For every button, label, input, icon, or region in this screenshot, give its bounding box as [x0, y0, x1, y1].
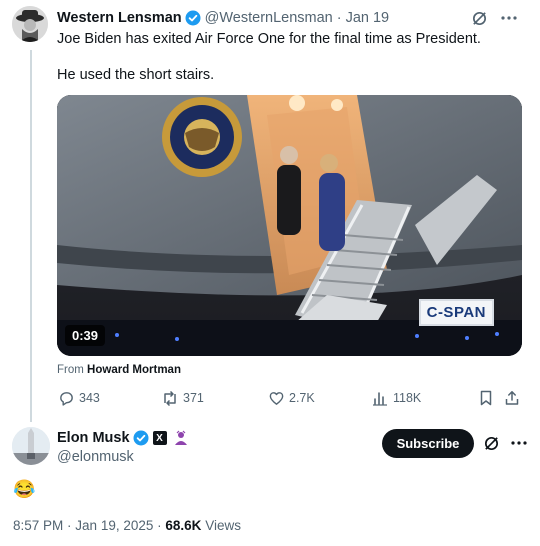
- share-button[interactable]: [503, 389, 521, 407]
- views-icon: [371, 389, 389, 407]
- reply-icon: [57, 389, 75, 407]
- video-attribution: From Howard Mortman: [57, 364, 181, 376]
- quoted-post-date[interactable]: Jan 19: [346, 10, 390, 26]
- quoted-author-name[interactable]: Western Lensman: [57, 10, 182, 26]
- main-post-text: 😂: [13, 479, 36, 499]
- post-time[interactable]: 8:57 PM: [13, 518, 63, 533]
- grok-icon[interactable]: [482, 434, 500, 452]
- main-post-header: Elon Musk X: [57, 429, 190, 447]
- thread-line: [30, 50, 32, 422]
- main-author-name[interactable]: Elon Musk: [57, 430, 130, 446]
- verified-icon: [133, 430, 149, 446]
- grok-icon[interactable]: [470, 9, 488, 27]
- post-views-count: 68.6K: [165, 518, 202, 533]
- bookmark-button[interactable]: [477, 389, 495, 407]
- subscribe-button[interactable]: Subscribe: [382, 429, 474, 458]
- affiliate-icon: [172, 429, 190, 447]
- post-date[interactable]: Jan 19, 2025: [75, 518, 153, 533]
- reply-button[interactable]: 343: [57, 389, 100, 407]
- main-author-avatar[interactable]: [12, 427, 50, 465]
- quoted-post-text-line2: He used the short stairs.: [57, 67, 215, 83]
- post-views-label: Views: [205, 518, 241, 533]
- main-author-handle[interactable]: @elonmusk: [57, 449, 134, 465]
- like-count: 2.7K: [289, 391, 315, 405]
- quoted-author-avatar[interactable]: [12, 6, 48, 42]
- video-player[interactable]: 0:39 C-SPAN: [57, 95, 522, 356]
- from-prefix: From: [57, 364, 84, 376]
- repost-icon: [161, 389, 179, 407]
- views-count: 118K: [393, 391, 422, 405]
- like-button[interactable]: 2.7K: [267, 389, 315, 407]
- post-metadata: 8:57 PM · Jan 19, 2025 · 68.6K Views: [13, 518, 241, 533]
- views-button[interactable]: 118K: [371, 389, 421, 407]
- repost-button[interactable]: 371: [161, 389, 204, 407]
- share-icon: [503, 389, 521, 407]
- verified-icon: [185, 10, 201, 26]
- from-name[interactable]: Howard Mortman: [87, 364, 181, 376]
- quoted-post-header: Western Lensman @WesternLensman · Jan 19: [57, 9, 389, 27]
- separator-dot: ·: [336, 10, 342, 26]
- quoted-author-handle[interactable]: @WesternLensman: [205, 10, 333, 26]
- video-duration: 0:39: [65, 325, 106, 346]
- x-badge-icon: X: [152, 431, 167, 445]
- main-post-tools: [482, 434, 528, 452]
- repost-count: 371: [183, 391, 204, 405]
- quoted-post-actions: 343 371 2.7K 118K: [57, 389, 522, 409]
- reply-count: 343: [79, 391, 100, 405]
- more-icon[interactable]: [510, 434, 528, 452]
- more-icon[interactable]: [500, 9, 518, 27]
- like-icon: [267, 389, 285, 407]
- bookmark-icon: [477, 389, 495, 407]
- quoted-post-text-line1: Joe Biden has exited Air Force One for t…: [57, 31, 481, 47]
- quoted-post-tools: [470, 9, 518, 27]
- cspan-watermark: C-SPAN: [418, 299, 494, 326]
